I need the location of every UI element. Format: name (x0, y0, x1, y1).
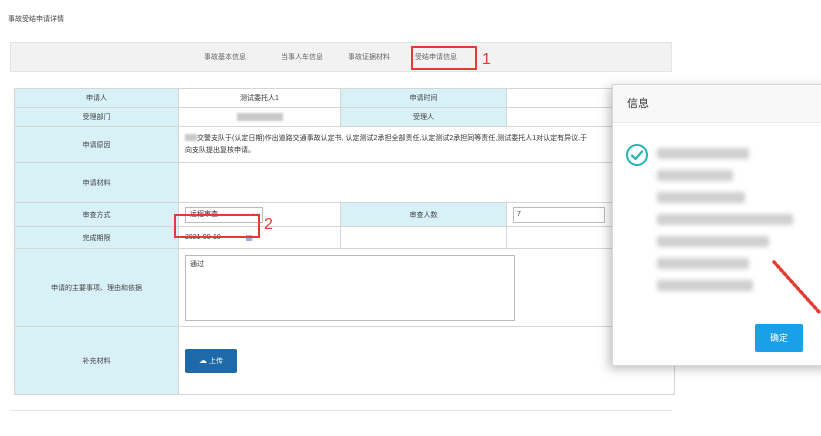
dialog-message-redacted (657, 280, 753, 291)
annotation-marker-1: 1 (482, 51, 491, 68)
applicant-label: 申请人 (14, 88, 179, 108)
dept-label: 受理部门 (14, 107, 179, 127)
reason-redacted (185, 134, 197, 142)
dialog-message-redacted (657, 170, 733, 181)
select-highlight-box (174, 214, 260, 238)
ok-button[interactable]: 确定 (755, 324, 803, 352)
reason-line-2: 向支队提出复核申请。 (185, 146, 255, 154)
dialog-title: 信息 (613, 85, 821, 123)
dialog-message-redacted (657, 236, 769, 247)
reviewer-count-input[interactable]: 7 (513, 206, 605, 223)
divider (10, 410, 672, 411)
cloud-upload-icon: ☁ (199, 355, 207, 365)
dialog-message-redacted (657, 214, 793, 225)
check-circle-icon (626, 144, 648, 166)
main-matters-label: 申请的主要事项、理由和依据 (14, 248, 179, 327)
annotation-arrow (772, 260, 821, 314)
tab-accident-info[interactable]: 事故基本信息 (204, 43, 246, 73)
supplement-cell: ☁ 上传 (178, 326, 675, 395)
upload-label: 上传 (209, 357, 223, 365)
main-matters-textarea[interactable]: 通过 (185, 254, 515, 321)
dept-value-redacted (236, 113, 283, 121)
applicant-value: 测试委托人1 (178, 88, 341, 108)
reason-label: 申请原因 (14, 126, 179, 163)
annotation-marker-2: 2 (264, 216, 273, 233)
review-method-label: 审查方式 (14, 202, 179, 227)
dept-value (178, 107, 341, 127)
tab-bar: 事故基本信息 当事人车信息 事故证据材料 受结申请信息 (10, 42, 672, 72)
dialog-message-redacted (657, 258, 749, 269)
upload-button[interactable]: ☁ 上传 (185, 348, 237, 373)
handler-label: 受理人 (340, 107, 507, 127)
deadline-label: 完成期限 (14, 226, 179, 249)
page-title: 事故受结申请详情 (8, 16, 64, 23)
reviewer-count-label: 审查人数 (340, 202, 507, 227)
materials-label: 申请材料 (14, 162, 179, 203)
dialog-message-redacted (657, 148, 749, 159)
deadline-empty-cell-1 (340, 226, 507, 249)
materials-value (178, 162, 675, 203)
apply-time-label: 申请时间 (340, 88, 507, 108)
info-dialog: 信息 确定 (612, 84, 821, 366)
supplement-label: 补充材料 (14, 326, 179, 395)
tab-party-vehicle-info[interactable]: 当事人车信息 (281, 43, 323, 73)
reason-value: 交警支队于(认定日期)作出道路交通事故认定书, 认定测试2承担全部责任,认定测试… (178, 126, 675, 163)
application-form: 申请人 测试委托人1 申请时间 2021-09-08 受理部门 受理人 xht1… (14, 88, 675, 395)
tab-evidence-materials[interactable]: 事故证据材料 (348, 43, 390, 73)
reason-line-1: 交警支队于(认定日期)作出道路交通事故认定书, 认定测试2承担全部责任,认定测试… (197, 134, 588, 142)
dialog-message-redacted (657, 192, 745, 203)
tab-highlight-box (411, 46, 477, 70)
main-matters-cell: 通过 (178, 248, 675, 327)
